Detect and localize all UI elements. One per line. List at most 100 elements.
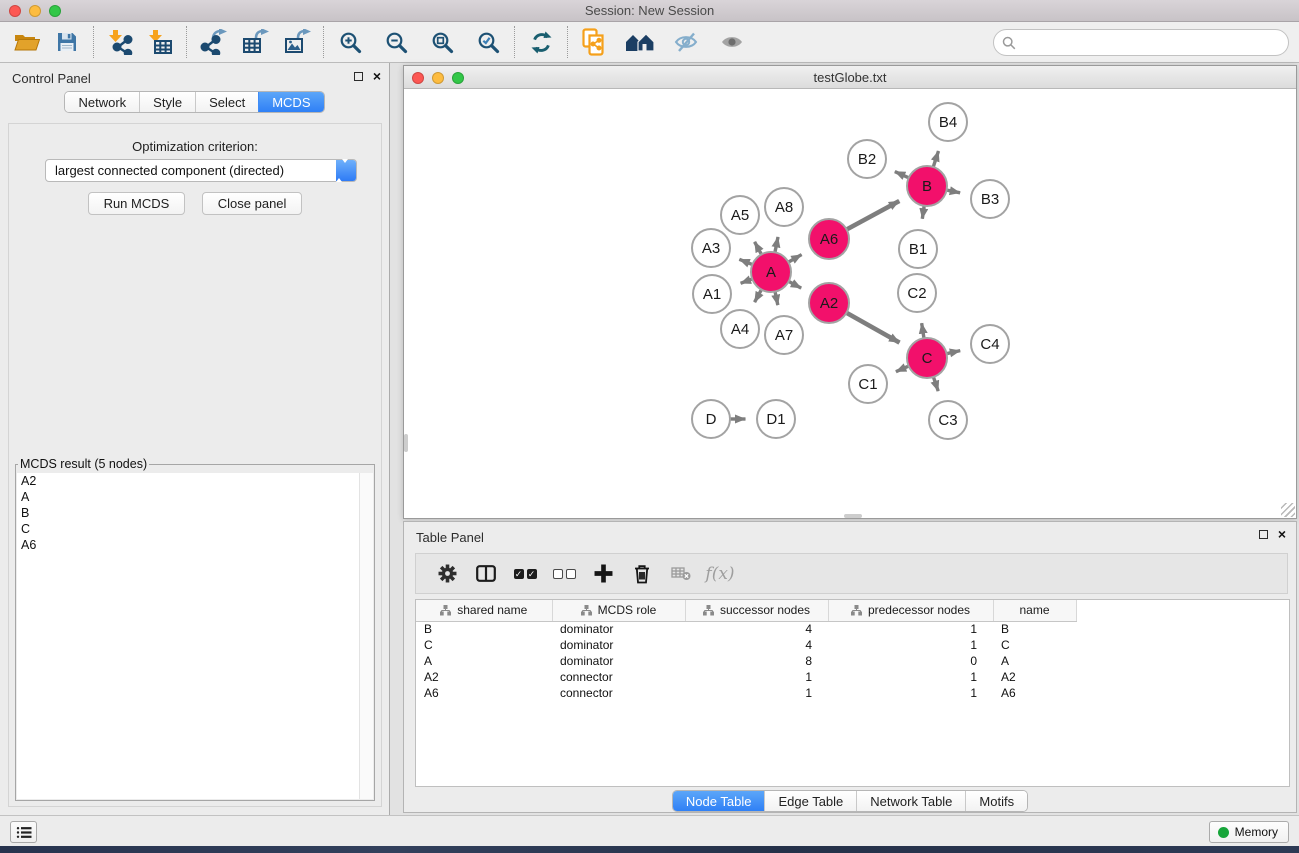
table-cell[interactable]: dominator <box>552 637 685 653</box>
graph-edge-B-B2[interactable] <box>895 172 909 178</box>
graph-edge-A-A4[interactable] <box>755 290 762 303</box>
table-cell[interactable]: 1 <box>685 685 828 701</box>
table-cell[interactable]: connector <box>552 669 685 685</box>
graph-edge-A-A7[interactable] <box>775 292 778 306</box>
zoom-window-button[interactable] <box>49 5 61 17</box>
graph-edge-A-A6[interactable] <box>788 255 801 263</box>
close-table-panel-button[interactable]: × <box>1278 529 1286 539</box>
search-input[interactable] <box>993 29 1289 56</box>
column-header-successor-nodes[interactable]: successor nodes <box>685 600 828 621</box>
import-table-button[interactable] <box>143 25 177 59</box>
table-row[interactable]: Adominator80A <box>416 653 1289 669</box>
table-cell[interactable]: 1 <box>828 637 993 653</box>
tab-edge-table[interactable]: Edge Table <box>764 791 856 811</box>
table-settings-button[interactable] <box>434 561 460 587</box>
table-cell[interactable]: B <box>993 621 1076 637</box>
float-table-panel-button[interactable] <box>1259 530 1268 539</box>
home-button[interactable] <box>623 25 657 59</box>
graph-node-B2[interactable]: B2 <box>848 140 886 178</box>
mcds-result-item[interactable]: A6 <box>17 537 373 553</box>
graph-node-C[interactable]: C <box>907 338 947 378</box>
result-list-scrollbar[interactable] <box>359 473 373 799</box>
graph-edge-A-A3[interactable] <box>739 259 752 264</box>
table-cell[interactable]: dominator <box>552 653 685 669</box>
zoom-out-button[interactable] <box>379 25 413 59</box>
zoom-in-button[interactable] <box>333 25 367 59</box>
table-cell[interactable]: C <box>416 637 552 653</box>
tab-select[interactable]: Select <box>195 92 258 112</box>
table-cell[interactable]: 1 <box>685 669 828 685</box>
graph-edge-C-C4[interactable] <box>947 351 961 354</box>
tab-style[interactable]: Style <box>139 92 195 112</box>
export-table-button[interactable] <box>238 25 272 59</box>
minimize-view-button[interactable] <box>432 72 444 84</box>
graph-node-C2[interactable]: C2 <box>898 274 936 312</box>
export-image-button[interactable] <box>280 25 314 59</box>
table-cell[interactable]: 1 <box>828 669 993 685</box>
canvas-vscroll-thumb[interactable] <box>404 434 408 452</box>
hide-selected-button[interactable] <box>669 25 703 59</box>
duplicate-network-button[interactable] <box>577 25 611 59</box>
save-session-button[interactable] <box>50 25 84 59</box>
show-all-button[interactable] <box>715 25 749 59</box>
canvas-hscroll-thumb[interactable] <box>844 514 862 518</box>
table-cell[interactable]: dominator <box>552 621 685 637</box>
select-all-columns-button[interactable]: ✓✓ <box>512 561 538 587</box>
function-builder-button[interactable]: f(x) <box>707 561 733 587</box>
graph-node-A5[interactable]: A5 <box>721 196 759 234</box>
import-network-button[interactable] <box>103 25 137 59</box>
graph-node-A6[interactable]: A6 <box>809 219 849 259</box>
table-cell[interactable]: connector <box>552 685 685 701</box>
mcds-result-item[interactable]: A2 <box>17 473 373 489</box>
toggle-column-view-button[interactable] <box>473 561 499 587</box>
mcds-result-item[interactable]: B <box>17 505 373 521</box>
graph-node-A7[interactable]: A7 <box>765 316 803 354</box>
table-cell[interactable]: 8 <box>685 653 828 669</box>
task-history-button[interactable] <box>10 821 37 843</box>
zoom-fit-button[interactable] <box>425 25 459 59</box>
open-file-button[interactable] <box>10 25 44 59</box>
table-row[interactable]: A2connector11A2 <box>416 669 1289 685</box>
table-cell[interactable]: C <box>993 637 1076 653</box>
network-canvas[interactable]: B4B2BB3B1A5A8A6A3AA1C2A2A4A7C4CC1C3DD1 <box>404 89 1296 518</box>
graph-edge-B-B4[interactable] <box>933 151 938 167</box>
graph-node-B[interactable]: B <box>907 166 947 206</box>
optimization-criterion-select[interactable]: largest connected component (directed) <box>45 159 357 182</box>
column-header-shared-name[interactable]: shared name <box>416 600 552 621</box>
window-resize-grip[interactable] <box>1281 503 1295 517</box>
graph-node-B3[interactable]: B3 <box>971 180 1009 218</box>
graph-edge-A-A2[interactable] <box>789 281 802 288</box>
table-cell[interactable]: 0 <box>828 653 993 669</box>
tab-network-table[interactable]: Network Table <box>856 791 965 811</box>
tab-network[interactable]: Network <box>65 92 139 112</box>
column-header-name[interactable]: name <box>993 600 1076 621</box>
table-row[interactable]: Cdominator41C <box>416 637 1289 653</box>
close-panel-button[interactable]: × <box>373 71 381 81</box>
table-cell[interactable]: 1 <box>828 621 993 637</box>
run-mcds-button[interactable]: Run MCDS <box>88 192 186 215</box>
table-cell[interactable]: A <box>416 653 552 669</box>
graph-node-B1[interactable]: B1 <box>899 230 937 268</box>
graph-edge-C-C3[interactable] <box>933 377 938 391</box>
graph-edge-A2-C[interactable] <box>846 313 899 343</box>
graph-node-A4[interactable]: A4 <box>721 310 759 348</box>
zoom-view-button[interactable] <box>452 72 464 84</box>
network-graph[interactable]: B4B2BB3B1A5A8A6A3AA1C2A2A4A7C4CC1C3DD1 <box>404 89 1296 518</box>
graph-edge-B-B3[interactable] <box>947 190 961 193</box>
float-panel-button[interactable] <box>354 72 363 81</box>
network-window-titlebar[interactable]: testGlobe.txt <box>404 66 1296 89</box>
tab-mcds[interactable]: MCDS <box>258 92 323 112</box>
graph-edge-A-A5[interactable] <box>755 242 762 255</box>
graph-edge-A-A1[interactable] <box>741 279 753 283</box>
tab-motifs[interactable]: Motifs <box>965 791 1027 811</box>
table-cell[interactable]: A6 <box>416 685 552 701</box>
table-row[interactable]: Bdominator41B <box>416 621 1289 637</box>
refresh-button[interactable] <box>524 25 558 59</box>
graph-node-A[interactable]: A <box>751 252 791 292</box>
graph-node-A8[interactable]: A8 <box>765 188 803 226</box>
table-cell[interactable]: B <box>416 621 552 637</box>
table-row[interactable]: A6connector11A6 <box>416 685 1289 701</box>
table-cell[interactable]: A <box>993 653 1076 669</box>
graph-node-C1[interactable]: C1 <box>849 365 887 403</box>
add-column-button[interactable] <box>590 561 616 587</box>
